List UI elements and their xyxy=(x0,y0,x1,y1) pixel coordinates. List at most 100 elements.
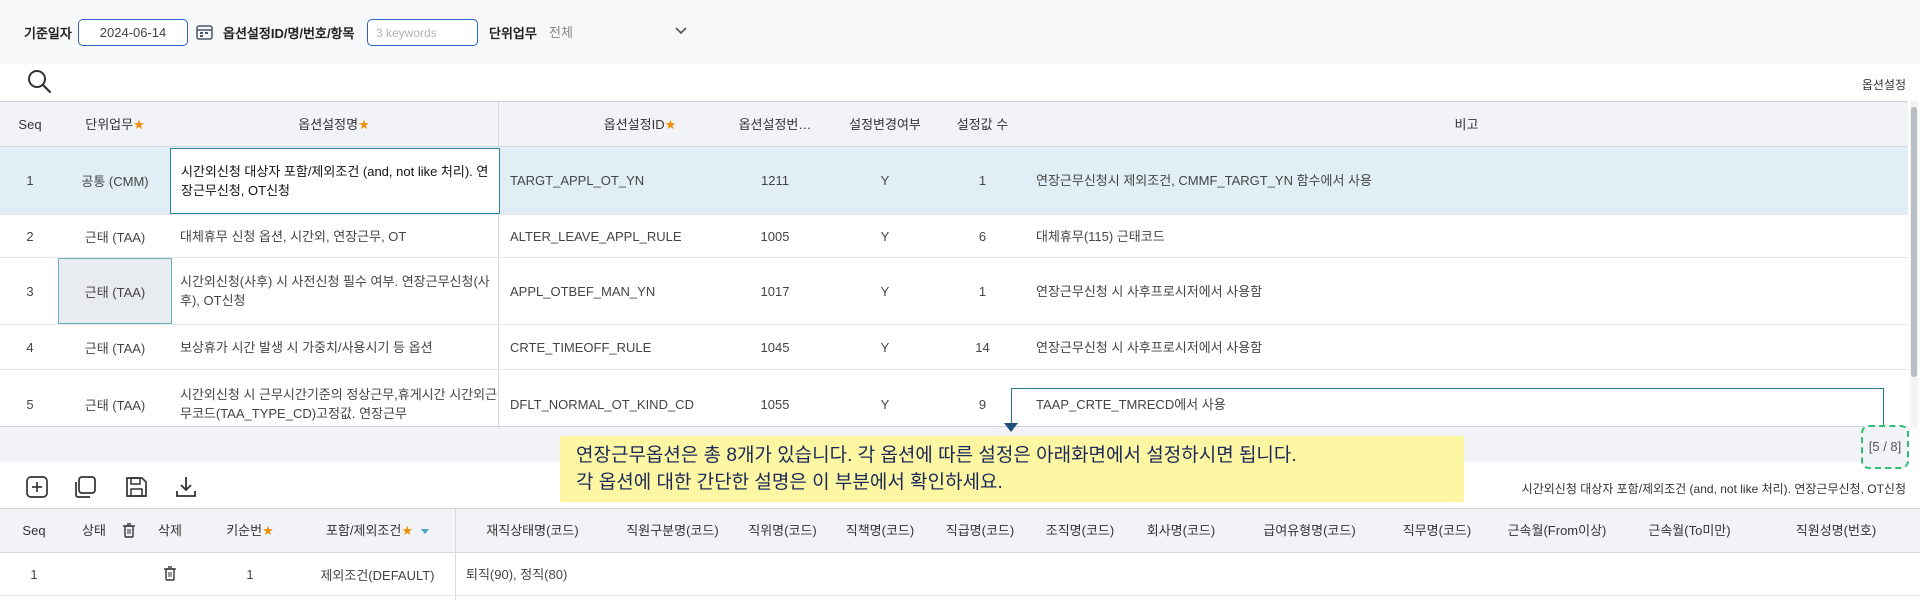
table-row[interactable]: 4 근태 (TAA) 보상휴가 시간 발생 시 가중치/사용시기 등 옵션 CR… xyxy=(0,325,1908,370)
option-keyword-input[interactable] xyxy=(367,19,478,46)
cell-option-name: 시간외신청 시 근무시간기준의 정상근무,휴게시간 시간외근무코드(TAA_TY… xyxy=(180,387,498,421)
callout-line-2: 각 옵션에 대한 간단한 설명은 이 부분에서 확인하세요. xyxy=(576,472,1003,493)
col-header-delete[interactable]: 삭제 xyxy=(140,509,200,553)
col-header-changed[interactable]: 설정변경여부 xyxy=(830,102,940,147)
base-date-input[interactable]: 2024-06-14 xyxy=(78,19,188,46)
scrollbar-thumb[interactable] xyxy=(1911,107,1917,377)
col-header-job[interactable]: 직무명(코드) xyxy=(1387,509,1487,553)
cell-option-id: DFLT_NORMAL_OT_KIND_CD xyxy=(510,396,694,412)
cell-option-id: TARGT_APPL_OT_YN xyxy=(510,173,645,188)
col-header-company[interactable]: 회사명(코드) xyxy=(1130,509,1232,553)
tutorial-callout: 연장근무옵션은 총 8개가 있습니다. 각 옵션에 따른 설정은 아래화면에서 … xyxy=(560,436,1464,502)
col-header-pay-type[interactable]: 급여유형명(코드) xyxy=(1232,509,1387,553)
unit-task-select[interactable]: 전체 xyxy=(545,19,695,46)
cell-include: 제외조건(DEFAULT) xyxy=(320,567,435,583)
cell-count: 1 xyxy=(978,283,987,299)
col-header-include[interactable]: 포함/제외조건★ xyxy=(300,509,455,553)
col-header-tenure-from[interactable]: 근속월(From이상) xyxy=(1487,509,1627,553)
col-header-position[interactable]: 직위명(코드) xyxy=(735,509,830,553)
cell-unit[interactable]: 근태 (TAA) xyxy=(58,258,172,324)
search-icon[interactable] xyxy=(26,68,52,94)
table-row[interactable]: 1 1 제외조건(DEFAULT) 퇴직(90), 정직(80) xyxy=(0,553,1920,596)
row-counter: [5 / 8] xyxy=(1861,425,1909,469)
cell-unit: 공통 (CMM) xyxy=(81,174,149,189)
cell-count: 1 xyxy=(978,173,987,188)
cell-option-name[interactable]: 시간외신청 대상자 포함/제외조건 (and, not like 처리). 연장… xyxy=(170,148,500,214)
cell-note: 연장근무신청 시 사후프로시저에서 사용함 xyxy=(1036,339,1263,355)
cell-seq: 5 xyxy=(26,396,34,412)
cell-note: 대체휴무(115) 근태코드 xyxy=(1036,228,1165,244)
col-header-key-no[interactable]: 키순번★ xyxy=(200,509,300,553)
col-header-note[interactable]: 비고 xyxy=(1025,102,1908,147)
copy-icon[interactable] xyxy=(72,474,98,500)
cell-option-name: 시간외신청(사후) 시 사전신청 필수 여부. 연장근무신청(사후), OT신청 xyxy=(180,274,490,308)
cell-changed: Y xyxy=(880,173,890,188)
cell-seq: 1 xyxy=(26,173,34,188)
col-header-seq[interactable]: Seq xyxy=(0,102,60,147)
cell-option-id: CRTE_TIMEOFF_RULE xyxy=(510,339,652,355)
trash-icon[interactable] xyxy=(122,523,136,539)
col-header-unit[interactable]: 단위업무★ xyxy=(60,102,170,147)
grid-header: Seq 상태 삭제 키순번★ 포함/제외조건★ 재직상태명(코드) 직원구분명(… xyxy=(0,509,1920,553)
cell-note: 연장근무신청 시 사후프로시저에서 사용함 xyxy=(1036,283,1263,299)
save-icon[interactable] xyxy=(123,474,149,500)
cell-seq: 4 xyxy=(26,339,34,355)
cell-option-name: 보상휴가 시간 발생 시 가중치/사용시기 등 옵션 xyxy=(180,339,433,355)
cell-option-no: 1045 xyxy=(760,339,790,355)
col-header-option-name[interactable]: 옵션설정명★ xyxy=(170,102,498,147)
base-date-label: 기준일자 xyxy=(24,26,72,41)
cell-option-name: 대체휴무 신청 옵션, 시간외, 연장근무, OT xyxy=(180,228,407,244)
table-row[interactable]: 2 근태 (TAA) 대체휴무 신청 옵션, 시간외, 연장근무, OT ALT… xyxy=(0,215,1908,258)
col-header-seq[interactable]: Seq xyxy=(0,509,68,553)
cell-unit: 근태 (TAA) xyxy=(84,340,146,356)
cell-option-id: APPL_OTBEF_MAN_YN xyxy=(510,283,656,299)
cell-unit: 근태 (TAA) xyxy=(84,397,146,413)
cell-option-no: 1055 xyxy=(760,396,790,412)
annotation-connector xyxy=(1011,388,1884,428)
cell-note: 연장근무신청시 제외조건, CMMF_TARGT_YN 함수에서 사용 xyxy=(1036,173,1372,188)
row-delete-button[interactable] xyxy=(140,553,200,595)
condition-grid: Seq 상태 삭제 키순번★ 포함/제외조건★ 재직상태명(코드) 직원구분명(… xyxy=(0,508,1920,600)
cell-count: 14 xyxy=(975,339,990,355)
col-header-emp-type[interactable]: 직원구분명(코드) xyxy=(610,509,735,553)
cell-unit: 근태 (TAA) xyxy=(84,229,146,245)
grid-header: Seq 단위업무★ 옵션설정명★ 옵션설정ID★ 옵션설정번… 설정변경여부 설… xyxy=(0,102,1908,147)
col-header-count[interactable]: 설정값 수 xyxy=(940,102,1025,147)
cell-changed: Y xyxy=(880,283,890,299)
col-header-duty[interactable]: 직책명(코드) xyxy=(830,509,930,553)
col-header-emp-name[interactable]: 직원성명(번호) xyxy=(1752,509,1920,553)
cell-emp-status: 퇴직(90), 정직(80) xyxy=(466,566,568,582)
col-header-grade[interactable]: 직급명(코드) xyxy=(930,509,1030,553)
col-header-status[interactable]: 상태 xyxy=(68,509,120,553)
download-icon[interactable] xyxy=(173,474,199,500)
col-header-tenure-to[interactable]: 근속월(To미만) xyxy=(1627,509,1752,553)
annotation-arrow-icon xyxy=(1004,423,1018,432)
col-header-emp-status[interactable]: 재직상태명(코드) xyxy=(455,509,610,553)
cell-seq: 3 xyxy=(26,283,34,299)
cell-seq: 2 xyxy=(26,228,34,244)
add-row-icon[interactable] xyxy=(24,474,50,500)
section-title: 옵션설정 xyxy=(1861,78,1906,92)
table-row[interactable]: 1 공통 (CMM) 시간외신청 대상자 포함/제외조건 (and, not l… xyxy=(0,147,1908,215)
cell-changed: Y xyxy=(880,339,890,355)
cell-count: 6 xyxy=(978,228,987,244)
cell-option-id: ALTER_LEAVE_APPL_RULE xyxy=(510,228,682,244)
chevron-down-icon[interactable] xyxy=(675,27,687,35)
cell-seq: 1 xyxy=(30,566,38,582)
table-row[interactable]: 3 근태 (TAA) 시간외신청(사후) 시 사전신청 필수 여부. 연장근무신… xyxy=(0,258,1908,325)
option-grid: Seq 단위업무★ 옵션설정명★ 옵션설정ID★ 옵션설정번… 설정변경여부 설… xyxy=(0,101,1908,429)
cell-option-no: 1005 xyxy=(760,228,790,244)
option-search-label: 옵션설정ID/명/번호/항목 xyxy=(223,26,355,41)
cell-option-no: 1017 xyxy=(760,283,790,299)
vertical-scrollbar[interactable] xyxy=(1910,101,1918,429)
cell-option-no: 1211 xyxy=(761,173,789,188)
cell-key-no: 1 xyxy=(246,566,254,582)
unit-task-label: 단위업무 xyxy=(489,26,537,41)
cell-changed: Y xyxy=(880,228,890,244)
calendar-icon[interactable] xyxy=(196,24,213,40)
col-header-org[interactable]: 조직명(코드) xyxy=(1030,509,1130,553)
filter-bar: 기준일자 2024-06-14 옵션설정ID/명/번호/항목 단위업무 전체 xyxy=(0,0,1920,64)
col-header-option-no[interactable]: 옵션설정번… xyxy=(720,102,830,147)
trash-icon[interactable] xyxy=(163,566,177,582)
cell-changed: Y xyxy=(880,396,890,412)
